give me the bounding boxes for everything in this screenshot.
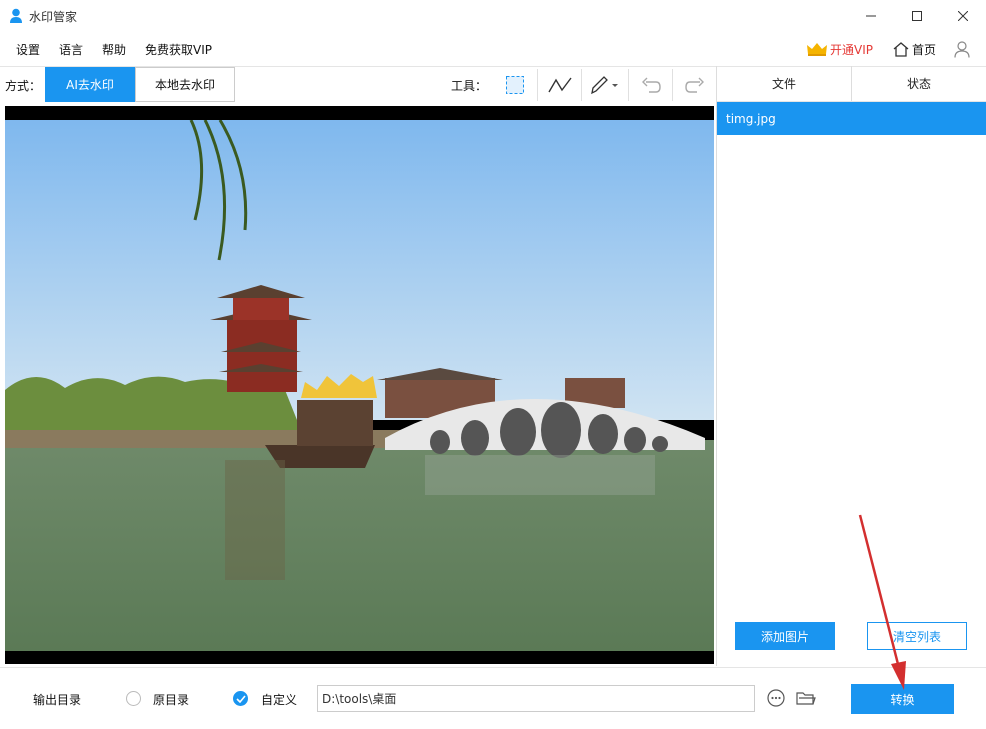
rect-select-tool[interactable]	[493, 69, 537, 101]
column-status: 状态	[851, 66, 986, 101]
line-tool[interactable]	[537, 69, 581, 101]
more-options-button[interactable]	[766, 688, 786, 708]
crown-icon	[806, 43, 827, 56]
radio-custom-dir-label: 自定义	[261, 693, 298, 707]
vip-button[interactable]: 开通VIP	[806, 41, 873, 58]
image-preview-canvas[interactable]	[5, 106, 714, 664]
user-icon	[954, 40, 970, 58]
maximize-button[interactable]	[894, 0, 940, 32]
output-bar: 输出目录 原目录 自定义 转换	[0, 668, 986, 729]
menu-free-vip[interactable]: 免费获取VIP	[145, 41, 212, 58]
rect-select-icon	[506, 76, 524, 94]
close-button[interactable]	[940, 0, 986, 32]
close-icon	[958, 11, 968, 21]
mode-local-button[interactable]: 本地去水印	[135, 67, 235, 102]
app-logo-icon	[9, 8, 23, 24]
mode-ai-button[interactable]: AI去水印	[45, 67, 135, 102]
preview-image	[5, 120, 714, 651]
column-file: 文件	[771, 77, 796, 91]
undo-button[interactable]	[628, 69, 672, 101]
minimize-button[interactable]	[848, 0, 894, 32]
radio-custom-dir[interactable]	[233, 691, 248, 706]
undo-icon	[641, 77, 661, 93]
window-controls	[848, 0, 986, 32]
browse-folder-button[interactable]	[796, 688, 816, 708]
tools-label: 工具：	[451, 79, 488, 93]
window-title: 水印管家	[29, 9, 78, 24]
home-label: 首页	[911, 42, 936, 57]
clear-list-button[interactable]: 清空列表	[867, 622, 967, 650]
output-path-input[interactable]	[317, 685, 755, 712]
maximize-icon	[912, 11, 922, 21]
user-avatar-button[interactable]	[954, 40, 970, 58]
file-list-item[interactable]: timg.jpg	[717, 102, 986, 135]
minimize-icon	[866, 15, 876, 17]
menu-language[interactable]: 语言	[59, 41, 83, 58]
menu-bar: 设置 语言 帮助 免费获取VIP 开通VIP 首页	[0, 32, 986, 66]
mode-toolbar: 方式： AI去水印 本地去水印 工具：	[0, 66, 716, 103]
brush-icon	[590, 76, 618, 95]
redo-button[interactable]	[672, 69, 716, 101]
folder-icon	[796, 692, 816, 705]
output-dir-label: 输出目录	[33, 693, 82, 707]
home-button[interactable]: 首页	[893, 41, 936, 58]
more-icon	[767, 689, 785, 707]
home-icon	[893, 41, 909, 57]
file-panel: 文件 状态 timg.jpg 添加图片 清空列表	[716, 66, 986, 666]
radio-original-dir[interactable]	[126, 691, 141, 706]
mode-label: 方式：	[5, 79, 42, 93]
menu-settings[interactable]: 设置	[16, 41, 40, 58]
add-image-button[interactable]: 添加图片	[735, 622, 835, 650]
checkmark-icon	[235, 694, 246, 703]
file-list-header: 文件 状态	[717, 66, 986, 102]
line-icon	[547, 77, 572, 93]
radio-original-dir-label: 原目录	[153, 693, 190, 707]
brush-tool[interactable]	[581, 69, 625, 101]
file-name: timg.jpg	[726, 111, 776, 126]
vip-label: 开通VIP	[829, 42, 873, 57]
redo-icon	[684, 77, 704, 93]
title-bar: 水印管家	[0, 0, 986, 32]
menu-help[interactable]: 帮助	[102, 41, 126, 58]
convert-button[interactable]: 转换	[851, 684, 954, 714]
